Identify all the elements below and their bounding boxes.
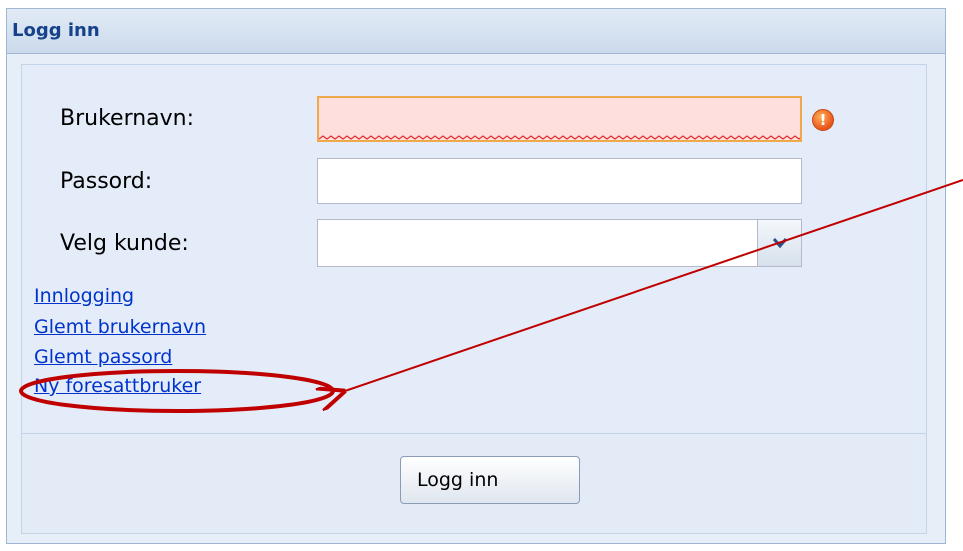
username-label: Brukernavn: xyxy=(60,106,195,131)
login-button[interactable]: Logg inn xyxy=(400,456,580,504)
link-glemt-passord[interactable]: Glemt passord xyxy=(34,346,172,368)
chevron-down-icon xyxy=(772,238,788,249)
customer-dropdown-trigger[interactable] xyxy=(757,220,801,266)
panel-title: Logg inn xyxy=(12,20,100,41)
link-ny-foresattbruker[interactable]: Ny foresattbruker xyxy=(34,375,201,397)
exclamation-icon: ! xyxy=(812,109,834,131)
customer-label: Velg kunde: xyxy=(60,231,189,256)
link-innlogging[interactable]: Innlogging xyxy=(34,285,134,307)
panel-header: Logg inn xyxy=(7,9,945,54)
password-field[interactable] xyxy=(317,158,802,204)
password-label: Passord: xyxy=(60,169,153,194)
login-screen: Logg inn Brukernavn: ! Passord: Velg kun… xyxy=(0,0,963,551)
link-glemt-brukernavn[interactable]: Glemt brukernavn xyxy=(34,316,206,338)
customer-select[interactable] xyxy=(317,219,802,267)
invalid-underline xyxy=(319,135,800,140)
